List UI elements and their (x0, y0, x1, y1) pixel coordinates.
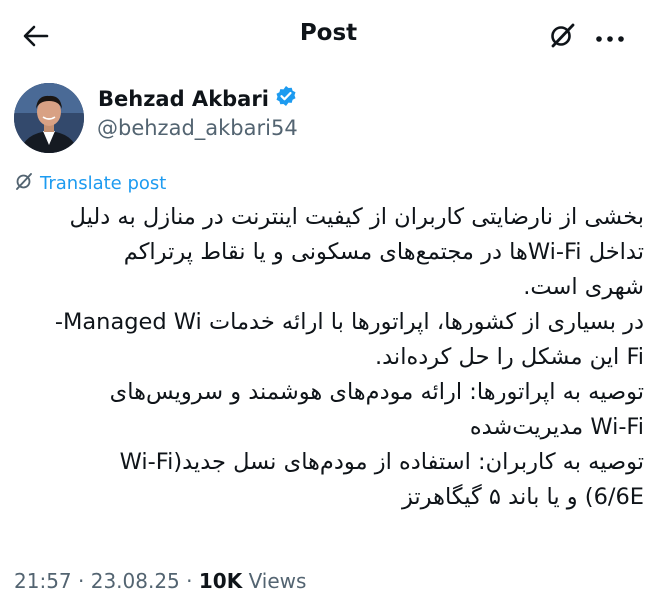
meta-separator: · (78, 569, 91, 593)
tweet-line: 6/6E) و یا باند ۵ گیگاهرتز (402, 484, 644, 510)
post-time[interactable]: 21:57 (14, 569, 72, 593)
meta-separator: · (186, 569, 199, 593)
translate-label: Translate post (40, 173, 167, 194)
more-horizontal-icon (595, 28, 625, 47)
views-label: Views (248, 569, 307, 593)
header: Post (0, 0, 657, 72)
grok-button[interactable] (544, 19, 580, 55)
tweet-line: توصیه به اپراتورها: ارائه مودم‌های هوشمن… (109, 379, 644, 405)
tweet-line: شهری است. (523, 274, 644, 300)
tweet-line: توصیه به کاربران: استفاده از مودم‌های نس… (119, 449, 644, 475)
author-name[interactable]: Behzad Akbari (98, 85, 297, 112)
post-page: Post Behzad Akbari @behzad_akbari54 Tran… (0, 0, 657, 610)
grok-icon (548, 21, 576, 53)
author-handle[interactable]: @behzad_akbari54 (97, 116, 298, 140)
author-name-text: Behzad Akbari (98, 86, 269, 111)
verified-badge-icon (275, 85, 297, 112)
tweet-line: تداخل Wi-Fiها در مجتمع‌های مسکونی و یا ن… (123, 239, 644, 265)
tweet-text: بخشی از نارضایتی کاربران از کیفیت اینترن… (14, 200, 644, 515)
tweet-line: Fi این مشکل را حل کرده‌اند. (374, 344, 644, 370)
post-date[interactable]: 23.08.25 (91, 569, 180, 593)
translate-post-link[interactable]: Translate post (14, 171, 166, 196)
more-button[interactable] (590, 19, 630, 55)
tweet-line: بخشی از نارضایتی کاربران از کیفیت اینترن… (69, 204, 644, 230)
post-meta: 21:57 · 23.08.25 · 10K Views (14, 569, 306, 593)
tweet-line: در بسیاری از کشورها، اپراتورها با ارائه … (54, 309, 644, 335)
translate-icon (14, 171, 34, 196)
views-count: 10K (198, 569, 243, 593)
tweet-line: Wi-Fi مدیریت‌شده (469, 414, 644, 440)
avatar[interactable] (14, 83, 84, 153)
